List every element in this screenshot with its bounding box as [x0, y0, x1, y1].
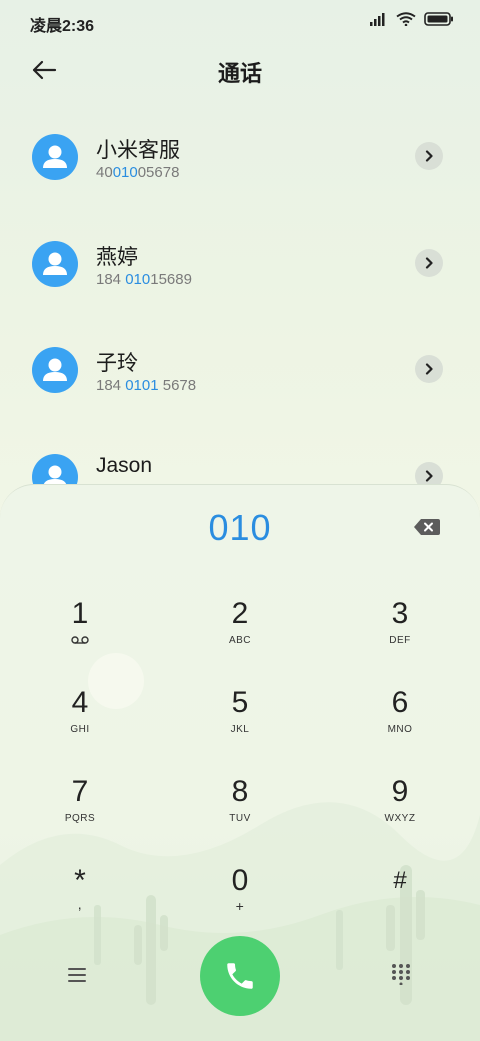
signal-icon: [370, 13, 385, 26]
contact-name: 燕婷: [96, 246, 138, 269]
contact-detail-button[interactable]: [415, 355, 443, 383]
key-3[interactable]: 3 DEF: [340, 597, 460, 673]
call-button[interactable]: [200, 936, 280, 1016]
status-icons: [370, 12, 454, 26]
key-6[interactable]: 6 MNO: [340, 686, 460, 762]
avatar: [32, 347, 78, 393]
contact-name: 子玲: [96, 352, 138, 375]
dialpad-panel: 010 1 2 ABC 3 DEF 4 GHI 5 JKL 6 MNO 7 PQ…: [0, 484, 480, 1041]
avatar: [32, 134, 78, 180]
battery-icon: [424, 12, 453, 26]
chevron-right-icon: [425, 257, 433, 269]
key-4[interactable]: 4 GHI: [20, 686, 140, 762]
contact-detail-button[interactable]: [415, 142, 443, 170]
contact-name: 小米客服: [96, 139, 180, 162]
voicemail-icon: [71, 636, 89, 644]
status-time: 凌晨2:36: [30, 18, 95, 35]
dialed-number: 010: [208, 507, 272, 548]
keypad-grid-icon: [392, 964, 410, 986]
phone-icon: [227, 963, 253, 989]
key-1[interactable]: 1: [20, 597, 140, 673]
key-9[interactable]: 9 WXYZ: [340, 775, 460, 851]
contact-item[interactable]: 小米客服 4001005678: [0, 110, 480, 206]
avatar: [32, 241, 78, 287]
key-2[interactable]: 2 ABC: [180, 597, 300, 673]
key-star[interactable]: * ,: [20, 864, 140, 940]
contact-number: 184 0101 5678: [96, 377, 197, 394]
contact-detail-button[interactable]: [415, 249, 443, 277]
key-8[interactable]: 8 TUV: [180, 775, 300, 851]
status-bar: 凌晨2:36: [0, 0, 480, 42]
person-icon: [43, 252, 67, 275]
menu-icon: [68, 968, 86, 982]
keypad-toggle-button[interactable]: [391, 963, 411, 986]
key-5[interactable]: 5 JKL: [180, 686, 300, 762]
header: 通话: [0, 42, 480, 98]
key-7[interactable]: 7 PQRS: [20, 775, 140, 851]
chevron-right-icon: [425, 470, 433, 482]
wifi-icon: [396, 12, 416, 26]
backspace-icon: [414, 519, 440, 535]
page-title: 通话: [217, 61, 262, 86]
backspace-button[interactable]: [413, 517, 441, 537]
chevron-right-icon: [425, 150, 433, 162]
contact-item[interactable]: 子玲 184 0101 5678: [0, 323, 480, 419]
chevron-right-icon: [425, 363, 433, 375]
key-0[interactable]: 0 +: [180, 864, 300, 940]
person-icon: [43, 358, 67, 381]
contact-name: Jason: [96, 454, 153, 477]
menu-button[interactable]: [66, 965, 90, 985]
contact-item[interactable]: 燕婷 184 01015689: [0, 217, 480, 313]
contact-number: 184 01015689: [96, 271, 192, 288]
contact-number: 4001005678: [96, 164, 180, 181]
key-hash[interactable]: #: [340, 864, 460, 940]
person-icon: [43, 145, 67, 168]
